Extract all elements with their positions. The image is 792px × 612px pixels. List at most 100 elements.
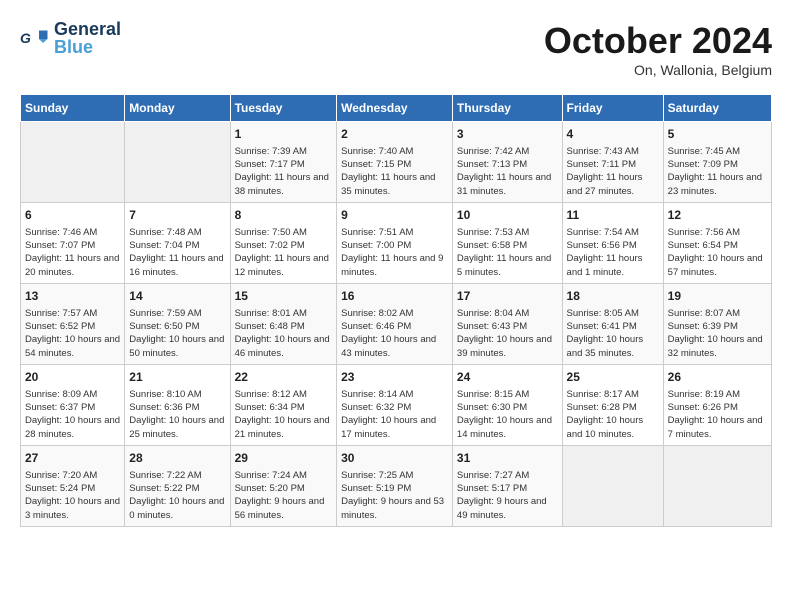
- day-number: 11: [567, 207, 659, 224]
- cell-info: Sunrise: 7:59 AM Sunset: 6:50 PM Dayligh…: [129, 307, 225, 360]
- day-header-friday: Friday: [562, 95, 663, 122]
- calendar-cell: 26Sunrise: 8:19 AM Sunset: 6:26 PM Dayli…: [663, 364, 771, 445]
- logo-general: General: [54, 20, 121, 38]
- calendar-header-row: SundayMondayTuesdayWednesdayThursdayFrid…: [21, 95, 772, 122]
- cell-info: Sunrise: 7:51 AM Sunset: 7:00 PM Dayligh…: [341, 226, 448, 279]
- cell-info: Sunrise: 7:56 AM Sunset: 6:54 PM Dayligh…: [668, 226, 767, 279]
- day-number: 8: [235, 207, 333, 224]
- calendar-cell: [21, 122, 125, 203]
- cell-info: Sunrise: 7:57 AM Sunset: 6:52 PM Dayligh…: [25, 307, 120, 360]
- day-number: 30: [341, 450, 448, 467]
- calendar-cell: 20 Sunrise: 8:09 AM Sunset: 6:37 PM Dayli…: [21, 364, 125, 445]
- week-row-1: 1Sunrise: 7:39 AM Sunset: 7:17 PM Daylig…: [21, 122, 772, 203]
- calendar-cell: 31 Sunrise: 7:27 AM Sunset: 5:17 PM Dayli…: [452, 445, 562, 526]
- calendar-cell: 16 Sunrise: 8:02 AM Sunset: 6:46 PM Dayli…: [337, 283, 453, 364]
- calendar-cell: 4Sunrise: 7:43 AM Sunset: 7:11 PM Daylig…: [562, 122, 663, 203]
- calendar-table: SundayMondayTuesdayWednesdayThursdayFrid…: [20, 94, 772, 527]
- cell-info: Sunrise: 7:50 AM Sunset: 7:02 PM Dayligh…: [235, 226, 333, 279]
- calendar-cell: 17 Sunrise: 8:04 AM Sunset: 6:43 PM Dayli…: [452, 283, 562, 364]
- cell-info: Sunrise: 8:09 AM Sunset: 6:37 PM Dayligh…: [25, 388, 120, 441]
- week-row-2: 6Sunrise: 7:46 AM Sunset: 7:07 PM Daylig…: [21, 202, 772, 283]
- cell-info: Sunrise: 7:48 AM Sunset: 7:04 PM Dayligh…: [129, 226, 225, 279]
- day-number: 3: [457, 126, 558, 143]
- cell-info: Sunrise: 7:24 AM Sunset: 5:20 PM Dayligh…: [235, 469, 333, 522]
- calendar-cell: 25Sunrise: 8:17 AM Sunset: 6:28 PM Dayli…: [562, 364, 663, 445]
- day-number: 27: [25, 450, 120, 467]
- cell-info: Sunrise: 7:22 AM Sunset: 5:22 PM Dayligh…: [129, 469, 225, 522]
- cell-info: Sunrise: 8:15 AM Sunset: 6:30 PM Dayligh…: [457, 388, 558, 441]
- cell-info: Sunrise: 7:20 AM Sunset: 5:24 PM Dayligh…: [25, 469, 120, 522]
- calendar-cell: 11 Sunrise: 7:54 AM Sunset: 6:56 PM Dayli…: [562, 202, 663, 283]
- day-number: 28: [129, 450, 225, 467]
- day-number: 14: [129, 288, 225, 305]
- calendar-cell: 23Sunrise: 8:14 AM Sunset: 6:32 PM Dayli…: [337, 364, 453, 445]
- calendar-cell: [663, 445, 771, 526]
- calendar-cell: [562, 445, 663, 526]
- day-number: 21: [129, 369, 225, 386]
- cell-info: Sunrise: 7:42 AM Sunset: 7:13 PM Dayligh…: [457, 145, 558, 198]
- cell-info: Sunrise: 8:12 AM Sunset: 6:34 PM Dayligh…: [235, 388, 333, 441]
- week-row-5: 27 Sunrise: 7:20 AM Sunset: 5:24 PM Dayli…: [21, 445, 772, 526]
- calendar-cell: 3 Sunrise: 7:42 AM Sunset: 7:13 PM Daylig…: [452, 122, 562, 203]
- day-number: 1: [235, 126, 333, 143]
- location: On, Wallonia, Belgium: [544, 62, 772, 78]
- day-header-wednesday: Wednesday: [337, 95, 453, 122]
- week-row-4: 20 Sunrise: 8:09 AM Sunset: 6:37 PM Dayli…: [21, 364, 772, 445]
- cell-info: Sunrise: 7:53 AM Sunset: 6:58 PM Dayligh…: [457, 226, 558, 279]
- day-number: 13: [25, 288, 120, 305]
- page-header: G General Blue October 2024 On, Wallonia…: [20, 20, 772, 78]
- calendar-cell: 7 Sunrise: 7:48 AM Sunset: 7:04 PM Daylig…: [125, 202, 230, 283]
- calendar-cell: 27 Sunrise: 7:20 AM Sunset: 5:24 PM Dayli…: [21, 445, 125, 526]
- cell-info: Sunrise: 8:07 AM Sunset: 6:39 PM Dayligh…: [668, 307, 767, 360]
- day-number: 23: [341, 369, 448, 386]
- title-block: October 2024 On, Wallonia, Belgium: [544, 20, 772, 78]
- calendar-cell: 13 Sunrise: 7:57 AM Sunset: 6:52 PM Dayli…: [21, 283, 125, 364]
- day-header-sunday: Sunday: [21, 95, 125, 122]
- calendar-cell: 24 Sunrise: 8:15 AM Sunset: 6:30 PM Dayli…: [452, 364, 562, 445]
- cell-info: Sunrise: 8:01 AM Sunset: 6:48 PM Dayligh…: [235, 307, 333, 360]
- calendar-cell: 12 Sunrise: 7:56 AM Sunset: 6:54 PM Dayli…: [663, 202, 771, 283]
- svg-text:G: G: [20, 30, 31, 46]
- week-row-3: 13 Sunrise: 7:57 AM Sunset: 6:52 PM Dayli…: [21, 283, 772, 364]
- logo: G General Blue: [20, 20, 121, 58]
- calendar-cell: 21 Sunrise: 8:10 AM Sunset: 6:36 PM Dayli…: [125, 364, 230, 445]
- calendar-cell: 6Sunrise: 7:46 AM Sunset: 7:07 PM Daylig…: [21, 202, 125, 283]
- cell-info: Sunrise: 8:10 AM Sunset: 6:36 PM Dayligh…: [129, 388, 225, 441]
- day-number: 22: [235, 369, 333, 386]
- day-number: 15: [235, 288, 333, 305]
- calendar-cell: 22 Sunrise: 8:12 AM Sunset: 6:34 PM Dayli…: [230, 364, 337, 445]
- cell-info: Sunrise: 7:40 AM Sunset: 7:15 PM Dayligh…: [341, 145, 448, 198]
- day-number: 16: [341, 288, 448, 305]
- logo-icon: G General Blue: [20, 20, 121, 56]
- day-number: 17: [457, 288, 558, 305]
- day-header-saturday: Saturday: [663, 95, 771, 122]
- day-header-monday: Monday: [125, 95, 230, 122]
- cell-info: Sunrise: 7:54 AM Sunset: 6:56 PM Dayligh…: [567, 226, 659, 279]
- day-number: 20: [25, 369, 120, 386]
- day-number: 12: [668, 207, 767, 224]
- day-number: 31: [457, 450, 558, 467]
- day-number: 26: [668, 369, 767, 386]
- day-number: 2: [341, 126, 448, 143]
- day-number: 19: [668, 288, 767, 305]
- cell-info: Sunrise: 8:04 AM Sunset: 6:43 PM Dayligh…: [457, 307, 558, 360]
- calendar-cell: 2 Sunrise: 7:40 AM Sunset: 7:15 PM Daylig…: [337, 122, 453, 203]
- calendar-cell: 18Sunrise: 8:05 AM Sunset: 6:41 PM Dayli…: [562, 283, 663, 364]
- day-number: 5: [668, 126, 767, 143]
- calendar-cell: 10 Sunrise: 7:53 AM Sunset: 6:58 PM Dayli…: [452, 202, 562, 283]
- day-number: 24: [457, 369, 558, 386]
- day-number: 10: [457, 207, 558, 224]
- calendar-cell: 29 Sunrise: 7:24 AM Sunset: 5:20 PM Dayli…: [230, 445, 337, 526]
- calendar-cell: 1Sunrise: 7:39 AM Sunset: 7:17 PM Daylig…: [230, 122, 337, 203]
- day-number: 29: [235, 450, 333, 467]
- month-title: October 2024: [544, 20, 772, 62]
- day-number: 25: [567, 369, 659, 386]
- day-number: 4: [567, 126, 659, 143]
- calendar-cell: [125, 122, 230, 203]
- day-number: 7: [129, 207, 225, 224]
- day-number: 18: [567, 288, 659, 305]
- cell-info: Sunrise: 7:27 AM Sunset: 5:17 PM Dayligh…: [457, 469, 558, 522]
- cell-info: Sunrise: 8:02 AM Sunset: 6:46 PM Dayligh…: [341, 307, 448, 360]
- calendar-cell: 14 Sunrise: 7:59 AM Sunset: 6:50 PM Dayli…: [125, 283, 230, 364]
- day-header-tuesday: Tuesday: [230, 95, 337, 122]
